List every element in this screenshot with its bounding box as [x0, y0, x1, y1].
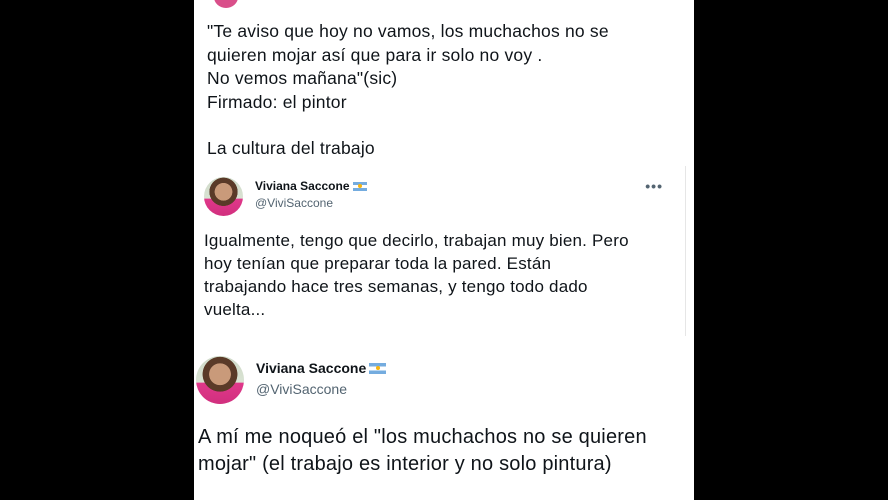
more-options-icon[interactable]: •••	[645, 178, 663, 194]
tweet-text-line: mojar" (el trabajo es interior y no solo…	[198, 453, 612, 475]
tweet-text: Igualmente, tengo que decirlo, trabajan …	[204, 229, 674, 321]
argentina-flag-icon	[369, 362, 387, 374]
tweet-text-line: quieren mojar así que para ir solo no vo…	[207, 44, 543, 65]
author-name[interactable]: Viviana Saccone	[255, 179, 367, 193]
tweet-text-line: vuelta...	[204, 300, 266, 319]
tweet-text-line: A mí me noqueó el "los muchachos no se q…	[198, 426, 647, 448]
tweet-text-line: hoy tenían que preparar toda la pared. E…	[204, 254, 552, 273]
tweet-text-line: trabajando hace tres semanas, y tengo to…	[204, 277, 588, 296]
tweet-text-line: Igualmente, tengo que decirlo, trabajan …	[204, 231, 629, 250]
tweet-screenshot-panel: "Te aviso que hoy no vamos, los muchacho…	[194, 0, 694, 500]
author-handle[interactable]: @ViviSaccone	[256, 381, 347, 397]
quoted-tweet-card[interactable]: Viviana Saccone @ViviSaccone ••• Igualme…	[194, 166, 686, 336]
tweet-text-line: Firmado: el pintor	[207, 91, 347, 112]
tweet-text: A mí me noqueó el "los muchachos no se q…	[198, 424, 694, 478]
author-name-text: Viviana Saccone	[256, 360, 367, 376]
tweet-text-spacer	[207, 114, 687, 137]
author-name[interactable]: Viviana Saccone	[256, 360, 387, 376]
author-name-text: Viviana Saccone	[255, 179, 350, 193]
avatar[interactable]	[204, 177, 243, 216]
author-handle[interactable]: @ViviSaccone	[255, 196, 333, 210]
avatar[interactable]	[196, 356, 244, 404]
avatar[interactable]	[214, 0, 238, 8]
tweet-text-line: No vemos mañana"(sic)	[207, 68, 398, 88]
argentina-flag-icon	[352, 181, 367, 191]
tweet-text: "Te aviso que hoy no vamos, los muchacho…	[207, 20, 687, 161]
tweet-text-line: La cultura del trabajo	[207, 138, 375, 158]
tweet-text-line: "Te aviso que hoy no vamos, los muchacho…	[207, 21, 609, 41]
